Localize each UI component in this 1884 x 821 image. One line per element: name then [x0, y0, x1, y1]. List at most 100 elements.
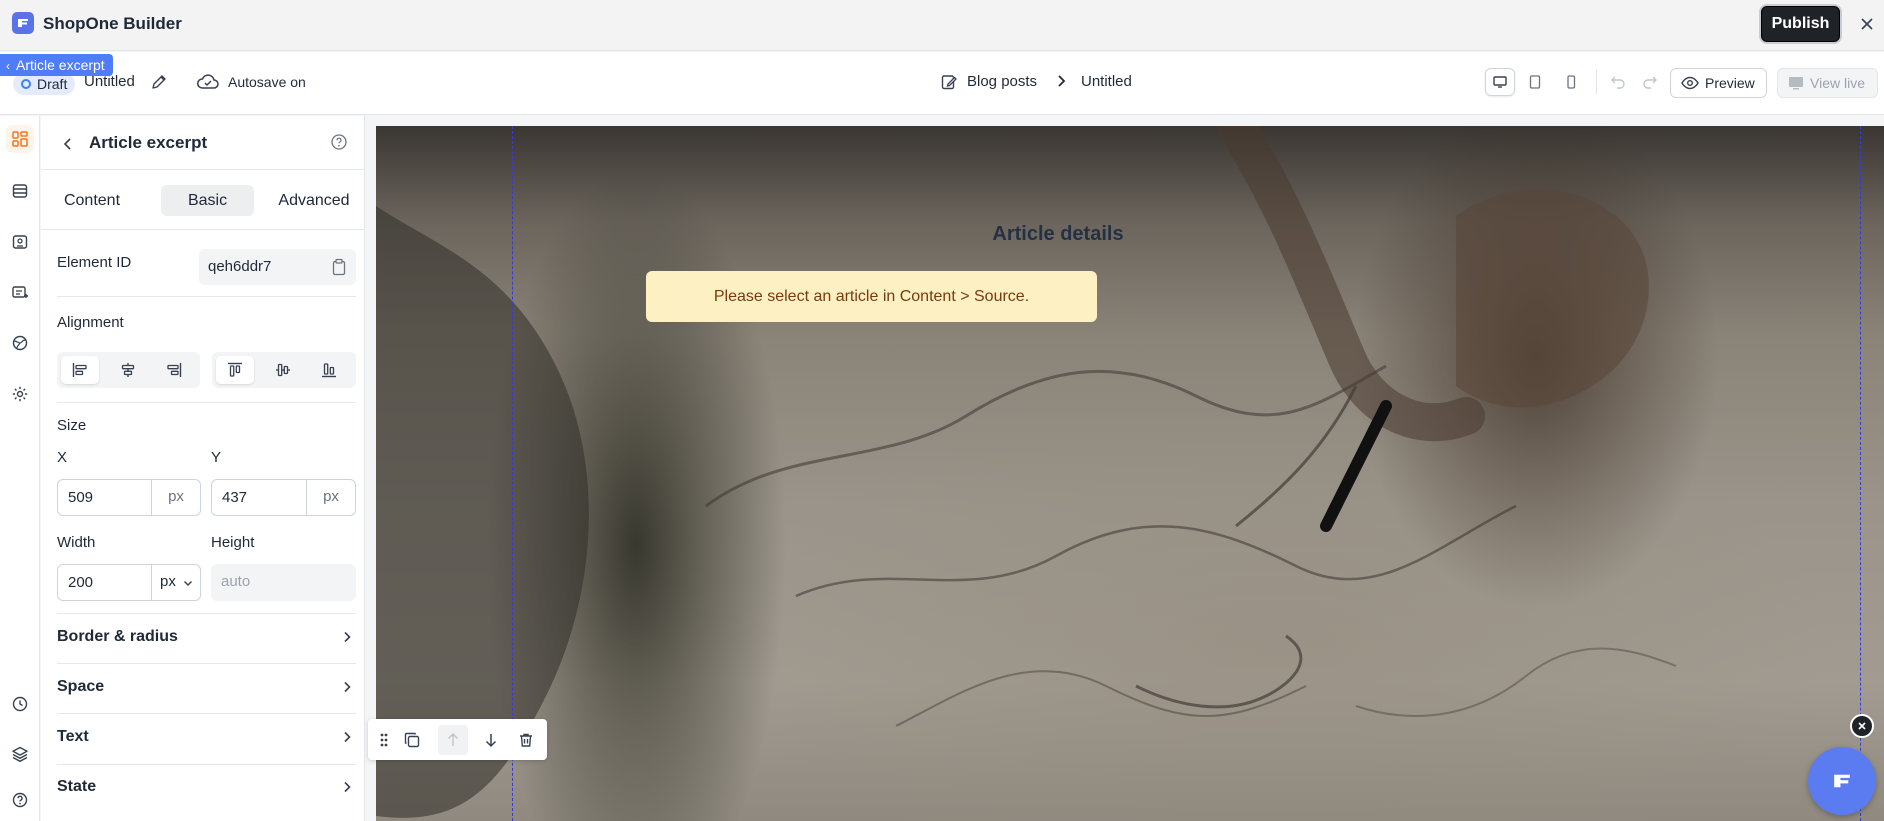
border-radius-section[interactable]: Border & radius — [57, 614, 356, 662]
element-id-label: Element ID — [57, 254, 132, 271]
sections-icon — [12, 184, 28, 198]
y-value: 437 — [222, 489, 248, 506]
align-bottom-button[interactable] — [310, 356, 348, 384]
view-live-button[interactable]: View live — [1777, 68, 1878, 98]
elements-icon — [12, 131, 28, 147]
rail-history-button[interactable] — [6, 690, 34, 718]
selected-element-label: Article excerpt — [16, 57, 105, 73]
x-unit: px — [151, 480, 200, 515]
height-label: Height — [211, 534, 255, 551]
eye-icon — [1681, 76, 1699, 90]
pencil-icon[interactable] — [150, 73, 168, 91]
align-right-button[interactable] — [155, 356, 193, 384]
align-middle-icon — [276, 363, 290, 377]
tab-content[interactable]: Content — [53, 185, 131, 216]
x-label: X — [57, 449, 68, 466]
draft-dot-icon — [21, 79, 31, 89]
undo-icon[interactable] — [1608, 72, 1628, 92]
align-left-icon — [72, 363, 87, 377]
tab-advanced[interactable]: Advanced — [269, 185, 359, 216]
divider — [41, 229, 365, 230]
pages-icon — [12, 235, 28, 249]
globe-icon — [12, 335, 28, 351]
rail-elements-button[interactable] — [6, 125, 34, 153]
x-input[interactable]: 509 px — [57, 479, 201, 516]
mobile-view-button[interactable] — [1556, 68, 1586, 96]
drag-handle-icon[interactable] — [374, 730, 394, 750]
move-up-icon[interactable] — [438, 725, 468, 755]
duplicate-icon[interactable] — [402, 730, 422, 750]
status-badge-label: Draft — [37, 76, 68, 92]
desktop-view-button[interactable] — [1485, 68, 1515, 96]
article-excerpt-placeholder[interactable]: Please select an article in Content > So… — [646, 271, 1097, 322]
width-input[interactable]: 200 px — [57, 564, 201, 601]
publish-button[interactable]: Publish — [1761, 6, 1840, 42]
horizontal-alignment-group — [57, 352, 200, 388]
trash-icon[interactable] — [516, 730, 536, 750]
section-label: State — [57, 778, 97, 795]
close-icon[interactable] — [1856, 13, 1878, 35]
rail-settings-button[interactable] — [6, 380, 34, 408]
width-value: 200 — [68, 574, 94, 591]
app-logo-icon — [12, 12, 34, 34]
align-bottom-icon — [322, 363, 336, 378]
toolbar-divider — [1596, 70, 1597, 94]
chevron-left-icon: ‹ — [6, 59, 10, 73]
align-left-button[interactable] — [61, 356, 99, 384]
monitor-icon — [1789, 77, 1803, 90]
redo-icon[interactable] — [1640, 72, 1660, 92]
chevron-right-icon — [344, 631, 351, 643]
clipboard-icon[interactable] — [331, 258, 347, 276]
rail-layers-button[interactable] — [6, 740, 34, 768]
tablet-view-button[interactable] — [1520, 68, 1550, 96]
article-details-heading[interactable]: Article details — [376, 223, 1740, 246]
left-rail — [0, 116, 40, 821]
breadcrumb-parent[interactable]: Blog posts — [967, 73, 1037, 90]
assistant-chat-button[interactable] — [1808, 747, 1876, 815]
view-live-label: View live — [1810, 75, 1865, 91]
mobile-icon — [1567, 75, 1576, 89]
y-input[interactable]: 437 px — [211, 479, 356, 516]
selected-element-tag[interactable]: ‹ Article excerpt — [0, 54, 113, 76]
page-canvas[interactable]: Article details Please select an article… — [376, 126, 1884, 821]
help-circle-icon[interactable] — [330, 133, 348, 151]
height-input[interactable]: auto — [211, 564, 356, 601]
rail-globe-button[interactable] — [6, 329, 34, 357]
section-label: Border & radius — [57, 628, 178, 645]
width-label: Width — [57, 534, 96, 551]
desktop-icon — [1493, 76, 1507, 88]
alignment-label: Alignment — [57, 314, 124, 331]
settings-icon — [12, 386, 28, 402]
align-middle-button[interactable] — [264, 356, 302, 384]
move-down-icon[interactable] — [481, 730, 501, 750]
back-chevron-icon[interactable] — [60, 136, 76, 152]
app-title: ShopOne Builder — [43, 14, 182, 33]
preview-button[interactable]: Preview — [1670, 68, 1767, 98]
breadcrumb-current: Untitled — [1081, 73, 1132, 90]
tab-basic[interactable]: Basic — [161, 185, 254, 216]
cloud-check-icon — [196, 72, 220, 92]
title-bar: ShopOne Builder Publish — [0, 0, 1884, 51]
divider — [57, 296, 356, 297]
align-center-button[interactable] — [109, 356, 147, 384]
chevron-right-icon — [1055, 73, 1069, 93]
chevron-right-icon — [344, 681, 351, 693]
width-unit-select[interactable]: px — [151, 565, 200, 600]
rail-help-button[interactable] — [6, 786, 34, 814]
state-section[interactable]: State — [57, 764, 356, 812]
divider — [41, 169, 365, 170]
section-label: Space — [57, 678, 105, 695]
space-section[interactable]: Space — [57, 664, 356, 712]
rail-pages-button[interactable] — [6, 228, 34, 256]
rail-content-button[interactable] — [6, 279, 34, 307]
close-chat-icon[interactable] — [1850, 714, 1874, 738]
properties-panel: Article excerpt Content Basic Advanced E… — [41, 116, 365, 821]
rail-sections-button[interactable] — [6, 177, 34, 205]
chevron-down-icon — [184, 581, 192, 586]
width-unit: px — [160, 573, 176, 590]
align-top-button[interactable] — [216, 356, 254, 384]
y-label: Y — [211, 449, 222, 466]
layers-icon — [12, 746, 28, 763]
divider — [57, 402, 356, 403]
text-section[interactable]: Text — [57, 714, 356, 762]
